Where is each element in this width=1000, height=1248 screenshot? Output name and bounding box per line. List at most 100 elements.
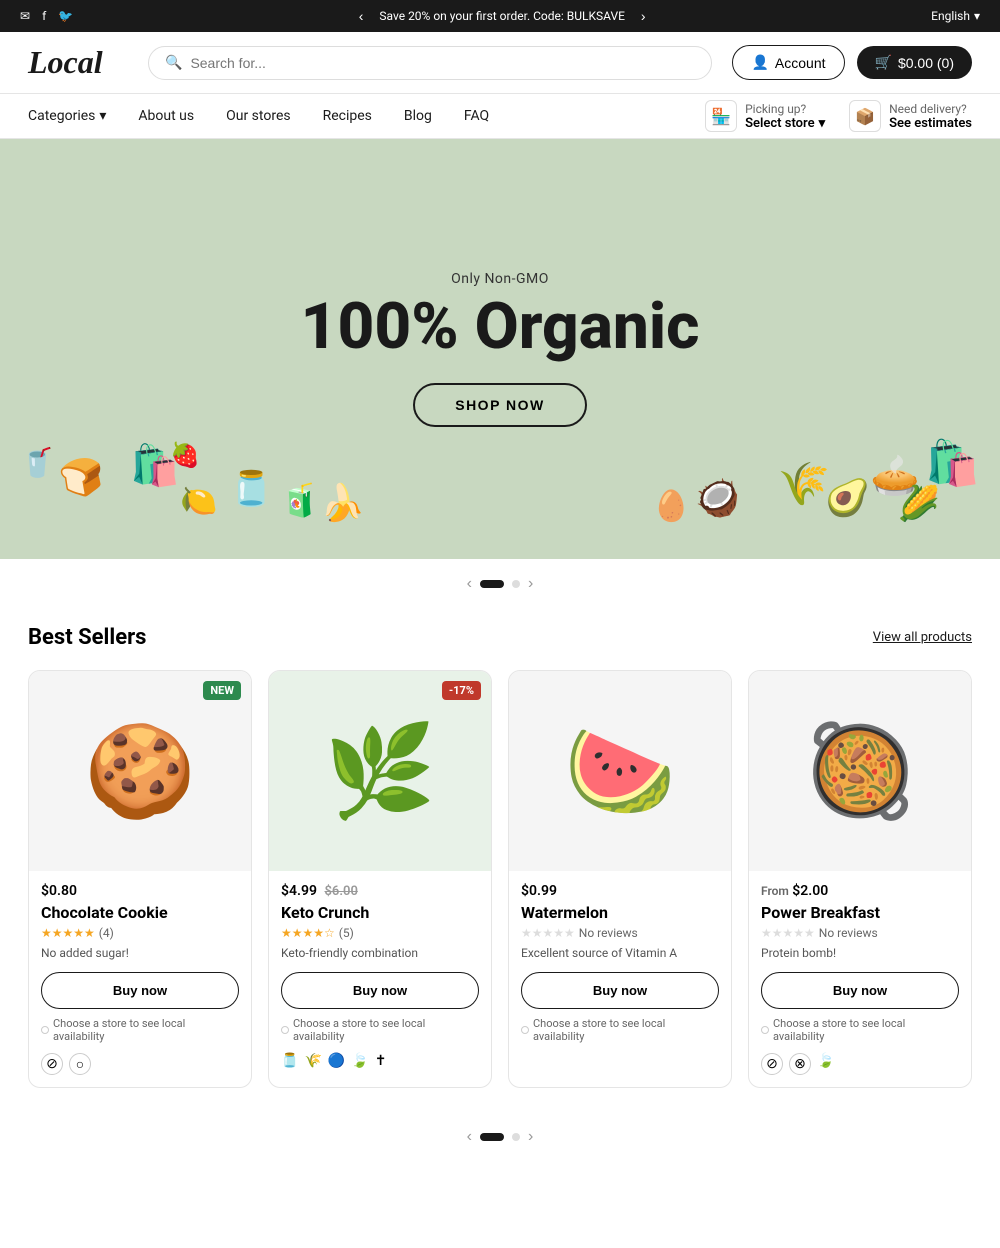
buy-button-2[interactable]: Buy now [281,972,479,1009]
carousel-dot-1[interactable] [480,580,504,588]
promo-prev-button[interactable]: ‹ [359,8,364,24]
tag-gluten-free-icon: ⊘ [41,1053,63,1075]
logo[interactable]: Local [28,44,128,81]
carousel-next-button[interactable]: › [528,575,533,593]
header: Local 🔍 👤 Account 🛒 $0.00 (0) [0,32,1000,94]
nav-item-faq[interactable]: FAQ [448,94,505,138]
tag-vegan-icon: ⊗ [789,1053,811,1075]
nav-stores-label: Our stores [226,108,290,124]
nav-links: Categories ▾ About us Our stores Recipes… [28,94,505,138]
product-info-1: $0.80 Chocolate Cookie ★★★★★ (4) No adde… [29,871,251,1087]
product-image-1: 🍪 NEW [29,671,251,871]
cart-label: $0.00 (0) [898,55,954,71]
product-name-4: Power Breakfast [761,903,959,922]
buy-button-1[interactable]: Buy now [41,972,239,1009]
product-badge-1: NEW [203,681,241,700]
availability-dot-4 [761,1026,769,1034]
carousel-dot-2[interactable] [512,580,520,588]
tag-plus-icon: ✝ [375,1053,387,1069]
product-card-1: 🍪 NEW $0.80 Chocolate Cookie ★★★★★ (4) N… [28,670,252,1088]
product-stars-2: ★★★★☆ (5) [281,926,479,940]
account-icon: 👤 [751,54,768,71]
categories-chevron-icon: ▾ [99,108,106,124]
delivery-value: See estimates [889,116,972,131]
availability-3: Choose a store to see local availability [521,1017,719,1043]
product-desc-3: Excellent source of Vitamin A [521,946,719,960]
tag-grain-icon: 🌾 [304,1053,321,1069]
product-name-2: Keto Crunch [281,903,479,922]
product-info-2: $4.99 $6.00 Keto Crunch ★★★★☆ (5) Keto-f… [269,871,491,1087]
best-sellers-section: Best Sellers View all products 🍪 NEW $0.… [0,609,1000,1112]
product-info-3: $0.99 Watermelon ★★★★★ No reviews Excell… [509,871,731,1087]
product-image-4: 🥘 [749,671,971,871]
search-bar[interactable]: 🔍 [148,46,712,80]
account-button[interactable]: 👤 Account [732,45,844,80]
pickup-label: Picking up? [745,102,825,116]
delivery-icon: 📦 [849,100,881,132]
pickup-option[interactable]: 🏪 Picking up? Select store ▾ [705,100,825,132]
product-emoji-3: 🍉 [564,719,676,824]
availability-dot-2 [281,1026,289,1034]
search-input[interactable] [190,55,695,71]
cart-button[interactable]: 🛒 $0.00 (0) [857,46,972,79]
delivery-label: Need delivery? [889,102,972,116]
view-all-products-link[interactable]: View all products [873,630,972,645]
nav-faq-label: FAQ [464,108,489,124]
pickup-value: Select store ▾ [745,116,825,131]
delivery-option[interactable]: 📦 Need delivery? See estimates [849,100,972,132]
hero-bread-icon: 🍞 [57,453,108,502]
availability-4: Choose a store to see local availability [761,1017,959,1043]
header-actions: 👤 Account 🛒 $0.00 (0) [732,45,972,80]
product-desc-1: No added sugar! [41,946,239,960]
product-dot-1[interactable] [480,1133,504,1141]
product-carousel-nav: ‹ › [0,1112,1000,1170]
product-name-1: Chocolate Cookie [41,903,239,922]
product-desc-4: Protein bomb! [761,946,959,960]
promo-next-button[interactable]: › [641,8,646,24]
product-info-4: From $2.00 Power Breakfast ★★★★★ No revi… [749,871,971,1087]
hero-corn-icon: 🌽 [898,484,940,524]
product-badge-2: -17% [442,681,481,700]
top-bar: ✉ f 🐦 ‹ Save 20% on your first order. Co… [0,0,1000,32]
carousel-prev-button[interactable]: ‹ [467,575,472,593]
product-carousel-prev-button[interactable]: ‹ [467,1128,472,1146]
navigation: Categories ▾ About us Our stores Recipes… [0,94,1000,139]
product-tags-2: 🫙 🌾 🔵 🍃 ✝ [281,1053,479,1069]
language-selector[interactable]: English ▾ [931,9,980,23]
hero-banana-icon: 🍌 [320,482,365,524]
nav-item-blog[interactable]: Blog [388,94,448,138]
nav-item-about[interactable]: About us [122,94,210,138]
pickup-text: Picking up? Select store ▾ [745,102,825,131]
product-emoji-1: 🍪 [84,719,196,824]
product-card-2: 🌿 -17% $4.99 $6.00 Keto Crunch ★★★★☆ (5)… [268,670,492,1088]
twitter-icon[interactable]: 🐦 [58,9,73,23]
social-icons: ✉ f 🐦 [20,9,73,23]
email-icon[interactable]: ✉ [20,9,30,23]
buy-button-3[interactable]: Buy now [521,972,719,1009]
hero-jar-icon: 🫙 [230,469,272,509]
nav-item-recipes[interactable]: Recipes [307,94,388,138]
availability-dot-3 [521,1026,529,1034]
product-carousel-next-button[interactable]: › [528,1128,533,1146]
facebook-icon[interactable]: f [42,9,46,23]
store-icon: 🏪 [705,100,737,132]
nav-item-stores[interactable]: Our stores [210,94,306,138]
product-emoji-4: 🥘 [804,719,916,824]
search-icon: 🔍 [165,55,182,71]
tag-gf-icon: ⊘ [761,1053,783,1075]
nav-store-options: 🏪 Picking up? Select store ▾ 📦 Need deli… [705,100,972,132]
hero-lemons-icon: 🍋 [180,484,217,519]
nav-item-categories[interactable]: Categories ▾ [28,94,122,138]
account-label: Account [775,55,826,71]
product-card-4: 🥘 From $2.00 Power Breakfast ★★★★★ No re… [748,670,972,1088]
hero-subtitle: Only Non-GMO [301,271,700,287]
product-dot-2[interactable] [512,1133,520,1141]
buy-button-4[interactable]: Buy now [761,972,959,1009]
hero-flour-icon: 🌾 [778,460,830,509]
promo-text: Save 20% on your first order. Code: BULK… [379,9,624,23]
availability-2: Choose a store to see local availability [281,1017,479,1043]
shop-now-button[interactable]: SHOP NOW [413,383,587,427]
hero-eggs-icon: 🥚 [653,489,690,524]
product-emoji-2: 🌿 [324,719,436,824]
product-stars-3: ★★★★★ No reviews [521,926,719,940]
